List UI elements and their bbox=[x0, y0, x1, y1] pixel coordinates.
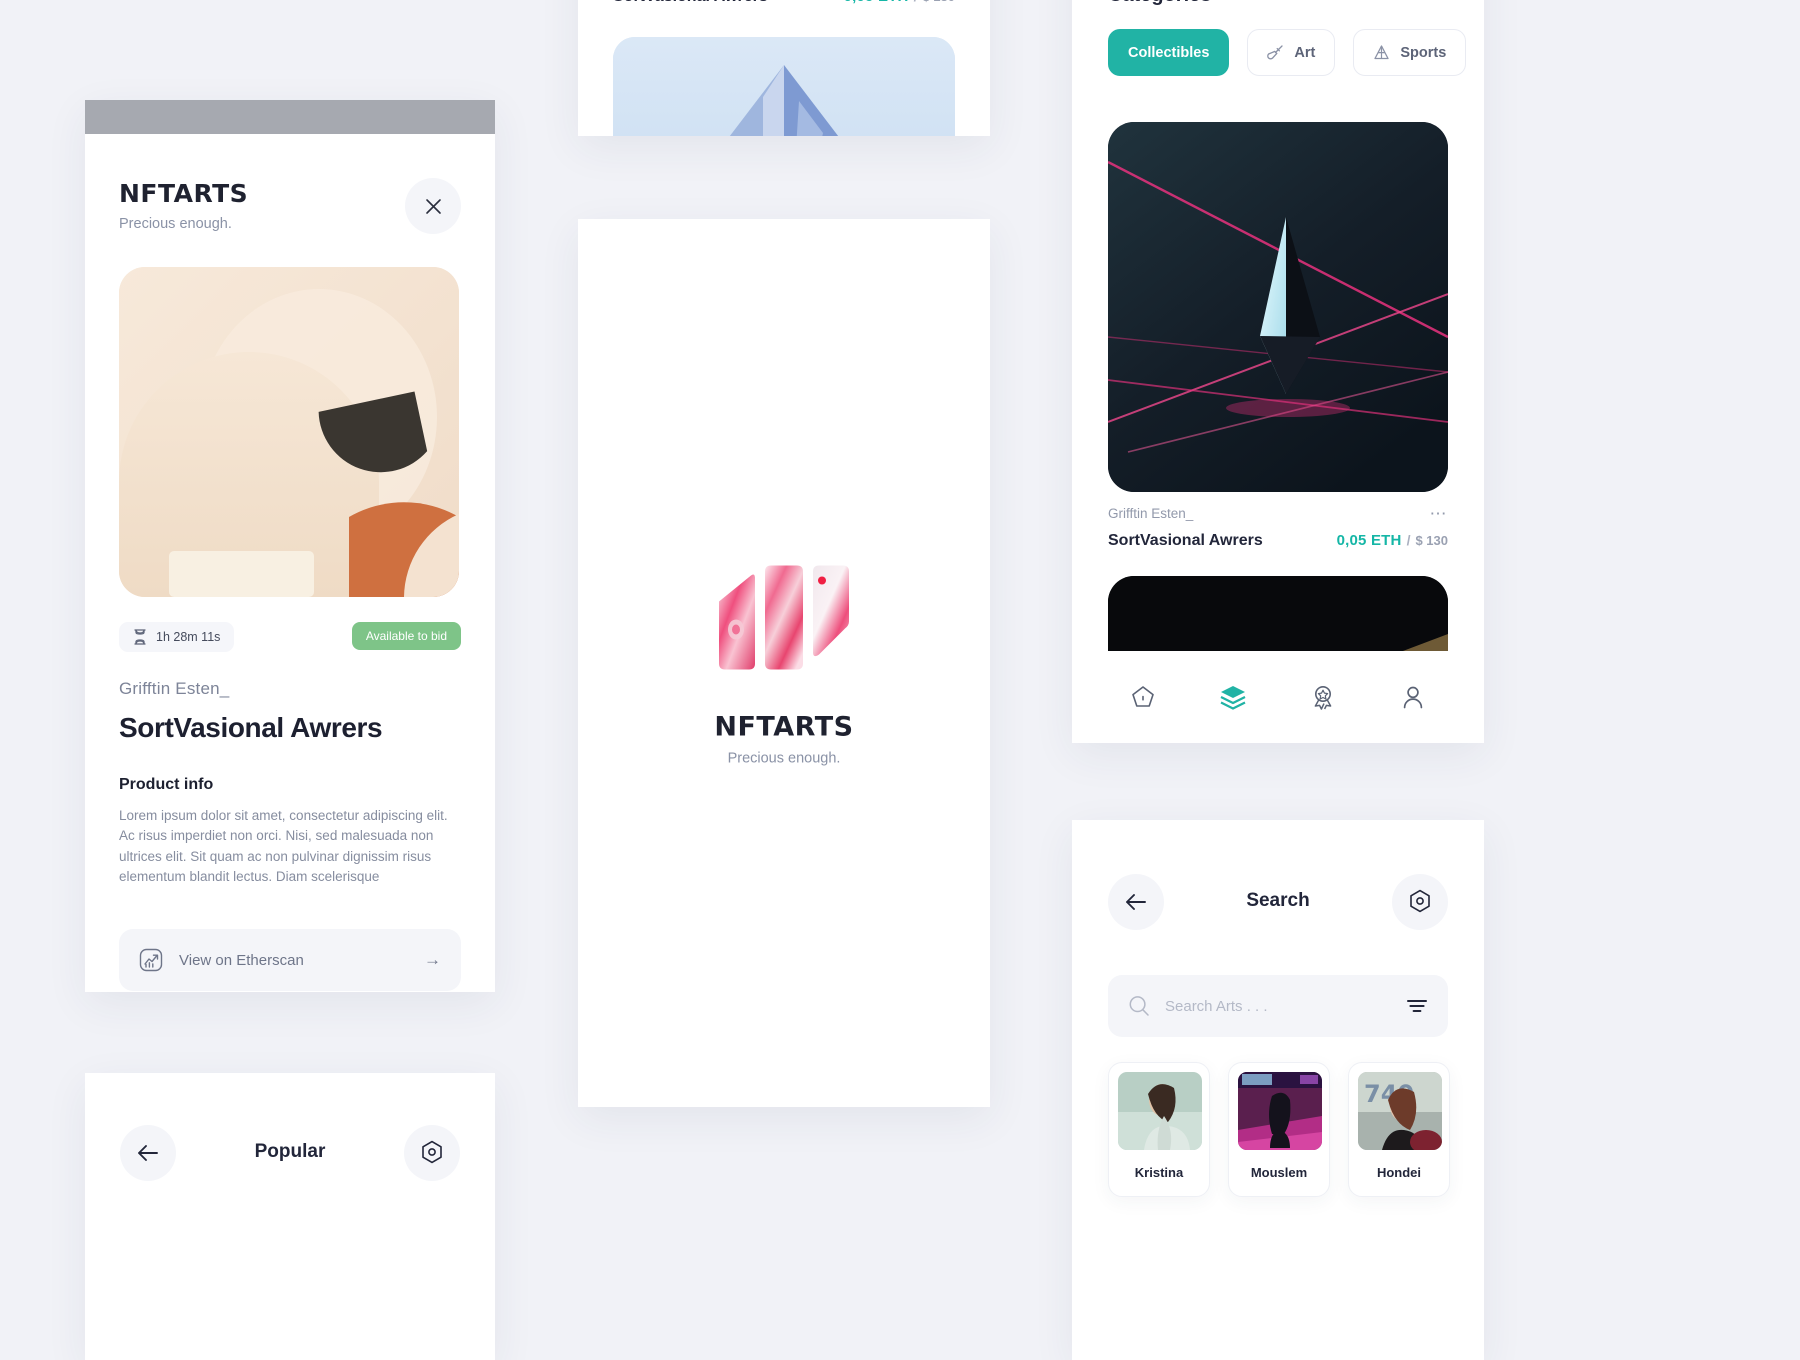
search-results-grid: Kristina Mouslem 740 Hondei bbox=[1108, 1062, 1450, 1197]
tab-rewards[interactable] bbox=[1306, 680, 1340, 714]
nft-item-price-eth: 0,05 ETH bbox=[1336, 532, 1402, 549]
search-icon bbox=[1129, 996, 1149, 1016]
hexagon-settings-icon bbox=[1410, 889, 1430, 913]
splash-content: NFTARTS Precious enough. bbox=[578, 560, 990, 767]
search-result-card[interactable]: Mouslem bbox=[1228, 1062, 1330, 1197]
hexagon-settings-icon bbox=[422, 1140, 442, 1164]
nft-item-price-usd: $ 130 bbox=[1415, 533, 1448, 548]
nft-feed-card-top: SortVasional Awrers 0,05 ETH / $ 130 bbox=[578, 0, 990, 136]
crystal-illustration bbox=[613, 37, 955, 136]
category-chip-art[interactable]: Art bbox=[1247, 29, 1336, 76]
nftarts-marble-logo-icon bbox=[719, 565, 849, 670]
nft-card-title-row: SortVasional Awrers 0,05 ETH / $ 130 bbox=[613, 0, 955, 6]
dark-crystal-illustration bbox=[1108, 122, 1448, 492]
search-result-thumbnail: 740 bbox=[1358, 1072, 1442, 1150]
nft-card-name: SortVasional Awrers bbox=[613, 0, 844, 6]
detail-body: NFTARTS Precious enough. 1h 28m 11s Avai… bbox=[85, 134, 495, 992]
popular-screen: Popular bbox=[85, 1073, 495, 1360]
profile-icon bbox=[1403, 686, 1423, 709]
filter-button[interactable] bbox=[1392, 874, 1448, 930]
search-result-name: Kristina bbox=[1134, 1165, 1184, 1180]
tab-home[interactable] bbox=[1126, 680, 1160, 714]
nft-detail-screen: NFTARTS Precious enough. 1h 28m 11s Avai… bbox=[85, 100, 495, 992]
product-info-heading: Product info bbox=[119, 776, 214, 793]
categories-feed-screen: Categories Collectibles Art Sports bbox=[1072, 0, 1484, 743]
nft-item-title-row: SortVasional Awrers 0,05 ETH / $ 130 bbox=[1108, 532, 1448, 550]
search-input[interactable] bbox=[1165, 997, 1391, 1015]
category-chip-sports[interactable]: Sports bbox=[1353, 29, 1467, 76]
portrait-image-3: 740 bbox=[1358, 1072, 1442, 1150]
tab-collections[interactable] bbox=[1216, 680, 1250, 714]
brand-tagline: Precious enough. bbox=[119, 216, 232, 232]
brand-mark bbox=[709, 560, 859, 678]
categories-title: Categories bbox=[1108, 0, 1211, 7]
chip-label: Collectibles bbox=[1128, 44, 1210, 61]
etherscan-label: View on Etherscan bbox=[179, 951, 304, 969]
price-separator: / bbox=[914, 0, 918, 4]
nft-card-image bbox=[613, 37, 955, 136]
nft-card-price-usd: $ 130 bbox=[922, 0, 955, 4]
portrait-image-1 bbox=[1118, 1072, 1202, 1150]
brush-icon bbox=[1267, 45, 1284, 60]
category-chip-collectibles[interactable]: Collectibles bbox=[1108, 29, 1230, 76]
search-result-card[interactable]: Kristina bbox=[1108, 1062, 1210, 1197]
view-on-etherscan-button[interactable]: View on Etherscan → bbox=[119, 929, 461, 991]
cone-icon bbox=[1374, 45, 1389, 60]
splash-tagline: Precious enough. bbox=[727, 750, 841, 767]
brand-block: NFTARTS Precious enough. bbox=[119, 179, 249, 233]
hourglass-icon bbox=[134, 629, 146, 645]
search-result-card[interactable]: 740 Hondei bbox=[1348, 1062, 1450, 1197]
nft-item-name: SortVasional Awrers bbox=[1108, 532, 1263, 549]
splash-screen: NFTARTS Precious enough. bbox=[578, 219, 990, 1107]
search-result-name: Mouslem bbox=[1250, 1165, 1308, 1180]
status-badge: Available to bid bbox=[351, 622, 461, 650]
nft-item-author: Grifftin Esten_ bbox=[1108, 506, 1194, 521]
status-bar bbox=[85, 100, 495, 134]
search-result-thumbnail bbox=[1238, 1072, 1322, 1150]
nft-item-author-row: Grifftin Esten_ ⋯ bbox=[1108, 505, 1449, 522]
nft-title: SortVasional Awrers bbox=[119, 712, 383, 743]
close-button[interactable] bbox=[405, 178, 461, 234]
arrow-right-icon: → bbox=[424, 950, 441, 969]
price-separator: / bbox=[1406, 532, 1411, 548]
product-info-description: Lorem ipsum dolor sit amet, consectetur … bbox=[119, 808, 448, 884]
filter-button[interactable] bbox=[404, 1125, 460, 1181]
nft-card-price-eth: 0,05 ETH bbox=[844, 0, 909, 5]
layers-icon bbox=[1220, 686, 1246, 710]
tab-profile[interactable] bbox=[1396, 680, 1430, 714]
auction-timer: 1h 28m 11s bbox=[119, 622, 235, 652]
brand-logo-text: NFTARTS bbox=[119, 179, 249, 208]
screenshot-canvas: NFTARTS Precious enough. 1h 28m 11s Avai… bbox=[0, 0, 1800, 1360]
more-dots-icon[interactable]: ⋯ bbox=[1430, 505, 1449, 522]
portrait-image-2 bbox=[1238, 1072, 1322, 1150]
chip-label: Sports bbox=[1400, 44, 1447, 61]
search-screen: Search Search Arts . . . Kristina Mousle… bbox=[1072, 820, 1484, 1360]
home-icon bbox=[1132, 686, 1154, 707]
search-result-name: Hondei bbox=[1376, 1165, 1422, 1180]
category-chip-list: Collectibles Art Sports bbox=[1108, 29, 1484, 76]
abstract-art-illustration bbox=[119, 267, 459, 597]
chart-box-icon bbox=[139, 948, 163, 972]
award-icon bbox=[1314, 686, 1332, 710]
nft-item-meta: Grifftin Esten_ ⋯ SortVasional Awrers 0,… bbox=[1108, 505, 1449, 550]
nft-author: Grifftin Esten_ bbox=[119, 679, 230, 698]
bottom-tab-bar bbox=[1072, 651, 1484, 743]
popular-header: Popular bbox=[85, 1073, 495, 1233]
splash-brand-name: NFTARTS bbox=[714, 711, 854, 743]
close-icon bbox=[425, 198, 441, 214]
search-result-thumbnail bbox=[1118, 1072, 1202, 1150]
auction-meta-row: 1h 28m 11s Available to bid bbox=[119, 622, 461, 653]
nft-artwork-image bbox=[119, 267, 459, 597]
chip-label: Art bbox=[1294, 44, 1316, 61]
search-bar[interactable] bbox=[1108, 975, 1448, 1037]
filter-lines-icon[interactable] bbox=[1406, 998, 1428, 1014]
nft-item-image bbox=[1108, 122, 1448, 492]
auction-timer-label: 1h 28m 11s bbox=[156, 630, 221, 644]
